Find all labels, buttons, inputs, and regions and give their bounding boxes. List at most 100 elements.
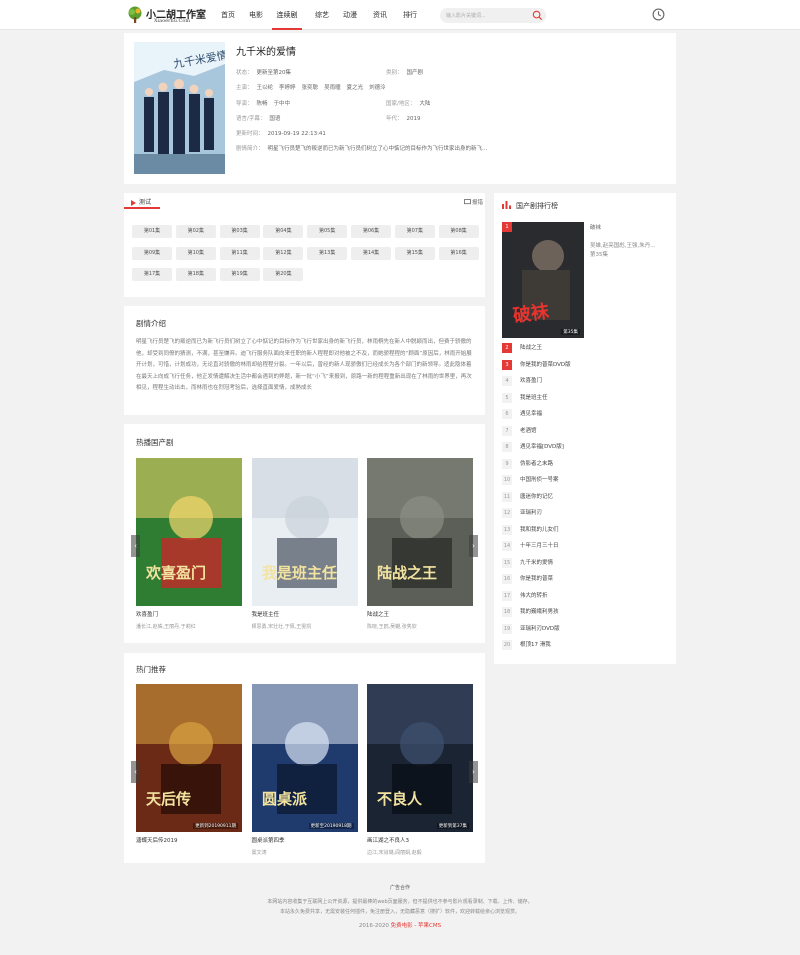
hot-rec-next-button[interactable]: › xyxy=(469,761,478,783)
drama-poster[interactable]: 九千米爱情 xyxy=(134,42,225,174)
episode-button[interactable]: 第13集 xyxy=(307,246,348,260)
rank-label[interactable]: 唐迷你的记忆 xyxy=(520,492,553,500)
episode-button[interactable]: 第05集 xyxy=(307,225,348,238)
director-name[interactable]: 陈畅 xyxy=(257,101,268,107)
cast-name[interactable]: 王以纶 xyxy=(257,85,274,91)
rank-item[interactable]: 8 遇见幸福[DVD版] xyxy=(502,441,672,453)
video-title[interactable]: 欢喜盈门 xyxy=(136,610,158,618)
hot-drama-next-button[interactable]: › xyxy=(469,535,478,557)
rank-item[interactable]: 9 伪影者之末路 xyxy=(502,458,672,470)
nav-item-4[interactable]: 综艺 xyxy=(310,0,334,30)
episode-button[interactable]: 第08集 xyxy=(438,225,479,238)
footer-title[interactable]: 广告合作 xyxy=(0,884,800,891)
rank-label[interactable]: 伟大的转折 xyxy=(520,591,548,599)
rank-item[interactable]: 6 遇见幸福 xyxy=(502,408,672,420)
rank-item[interactable]: 20 根顶17 滑我 xyxy=(502,639,672,651)
search-input[interactable] xyxy=(446,10,530,21)
rank-label[interactable]: 中国刑侦一号案 xyxy=(520,475,559,483)
episode-button[interactable]: 第03集 xyxy=(219,225,260,238)
rank-item[interactable]: 13 我和我的儿女们 xyxy=(502,524,672,536)
meta-type-value[interactable]: 国产剧 xyxy=(407,70,424,76)
video-title[interactable]: 陆战之王 xyxy=(367,610,389,618)
rank-label[interactable]: 你是我的普菜DVD版 xyxy=(520,360,571,368)
video-title[interactable]: 画江湖之不良人3 xyxy=(367,836,409,844)
site-logo[interactable]: 小二胡工作室 Xiaoerhu.Com xyxy=(126,4,206,26)
rank-label[interactable]: 伪影者之末路 xyxy=(520,459,553,467)
video-thumbnail[interactable]: 陆战之王 xyxy=(367,458,473,606)
rank-label[interactable]: 你是我的普菜 xyxy=(520,574,553,582)
video-title[interactable]: 我是班主任 xyxy=(252,610,280,618)
episode-button[interactable]: 第07集 xyxy=(394,225,435,238)
rank-label[interactable]: 九千米的爱情 xyxy=(520,558,553,566)
rank-item[interactable]: 3 你是我的普菜DVD版 xyxy=(502,359,672,371)
cast-name[interactable]: 夏之光 xyxy=(347,85,364,91)
rank-top-poster[interactable]: 破袜 第35集 xyxy=(502,222,584,338)
rank-item[interactable]: 11 唐迷你的记忆 xyxy=(502,491,672,503)
rank-label[interactable]: 遇见幸福[DVD版] xyxy=(520,442,564,450)
episode-button[interactable]: 第01集 xyxy=(132,225,172,238)
rank-label[interactable]: 我是班主任 xyxy=(520,393,548,401)
video-thumbnail[interactable]: 不良人 更新到第37集 xyxy=(367,684,473,832)
rank-item[interactable]: 7 老酒馆 xyxy=(502,425,672,437)
episode-button[interactable]: 第11集 xyxy=(219,246,260,260)
rank-label[interactable]: 我和我的儿女们 xyxy=(520,525,559,533)
rank-item[interactable]: 2 陆战之王 xyxy=(502,342,672,354)
rank-label[interactable]: 亚瑞利刃 xyxy=(520,508,542,516)
rank-item[interactable]: 5 我是班主任 xyxy=(502,392,672,404)
episode-button[interactable]: 第10集 xyxy=(175,246,216,260)
rank-label[interactable]: 老酒馆 xyxy=(520,426,537,434)
rank-label[interactable]: 十年三月三十日 xyxy=(520,541,559,549)
episode-button[interactable]: 第15集 xyxy=(394,246,435,260)
episode-source-tab[interactable]: 测试 xyxy=(139,197,151,206)
rank-label[interactable]: 欢喜盈门 xyxy=(520,376,542,384)
episode-button[interactable]: 第18集 xyxy=(175,268,216,281)
episode-button[interactable]: 第14集 xyxy=(351,246,391,260)
nav-item-2[interactable]: 电影 xyxy=(244,0,268,30)
video-title[interactable]: 圆桌派第四季 xyxy=(252,836,285,844)
rank-label[interactable]: 我的巍峨利男孩 xyxy=(520,607,559,615)
episode-button[interactable]: 第12集 xyxy=(263,246,304,260)
video-thumbnail[interactable]: 我是班主任 xyxy=(251,458,358,606)
rank-label[interactable]: 根顶17 滑我 xyxy=(520,640,551,648)
video-thumbnail[interactable]: 天后传 更新到20190911期 xyxy=(136,684,242,832)
episode-button[interactable]: 第17集 xyxy=(132,268,172,281)
rank-item[interactable]: 16 你是我的普菜 xyxy=(502,573,672,585)
episode-button[interactable]: 第06集 xyxy=(351,225,391,238)
video-title[interactable]: 溏蝶天后传2019 xyxy=(136,836,178,844)
search-icon[interactable] xyxy=(532,10,543,21)
hot-rec-prev-button[interactable]: ‹ xyxy=(131,761,140,783)
episode-button[interactable]: 第09集 xyxy=(132,246,172,260)
rank-label[interactable]: 亚瑞利刃DVD版 xyxy=(520,624,560,632)
rank-label[interactable]: 遇见幸福 xyxy=(520,409,542,417)
nav-item-5[interactable]: 动漫 xyxy=(338,0,362,30)
rank-item[interactable]: 15 九千米的爱情 xyxy=(502,557,672,569)
episode-button[interactable]: 第04集 xyxy=(263,225,304,238)
nav-item-1[interactable]: 首页 xyxy=(216,0,240,30)
nav-item-3[interactable]: 连续剧 xyxy=(272,0,302,30)
nav-item-6[interactable]: 资讯 xyxy=(368,0,392,30)
cast-name[interactable]: 李婷婷 xyxy=(279,85,296,91)
director-name[interactable]: 于中中 xyxy=(274,101,291,107)
rank-item[interactable]: 19 亚瑞利刃DVD版 xyxy=(502,623,672,635)
rank-item[interactable]: 4 欢喜盈门 xyxy=(502,375,672,387)
rank-item[interactable]: 14 十年三月三十日 xyxy=(502,540,672,552)
nav-item-7[interactable]: 排行 xyxy=(398,0,422,30)
rank-item[interactable]: 10 中国刑侦一号案 xyxy=(502,474,672,486)
cast-name[interactable]: 刘德泠 xyxy=(369,85,386,91)
video-thumbnail[interactable]: 圆桌派 更新至20190918期 xyxy=(251,684,358,832)
history-clock-icon[interactable] xyxy=(652,8,665,21)
cast-name[interactable]: 张奕聪 xyxy=(302,85,319,91)
rank-item[interactable]: 18 我的巍峨利男孩 xyxy=(502,606,672,618)
rank-top-name[interactable]: 破袜 xyxy=(590,223,601,231)
episode-button[interactable]: 第16集 xyxy=(438,246,479,260)
episode-button[interactable]: 第19集 xyxy=(219,268,260,281)
cast-name[interactable]: 吴雨曈 xyxy=(324,85,341,91)
rank-label[interactable]: 陆战之王 xyxy=(520,343,542,351)
rank-item[interactable]: 12 亚瑞利刃 xyxy=(502,507,672,519)
hot-drama-prev-button[interactable]: ‹ xyxy=(131,535,140,557)
video-thumbnail[interactable]: 欢喜盈门 xyxy=(136,458,242,606)
rank-item[interactable]: 17 伟大的转折 xyxy=(502,590,672,602)
report-error-link[interactable]: 报错 xyxy=(472,198,483,206)
footer-links[interactable]: 免费电影 - 苹果CMS xyxy=(391,923,442,929)
episode-button[interactable]: 第02集 xyxy=(175,225,216,238)
